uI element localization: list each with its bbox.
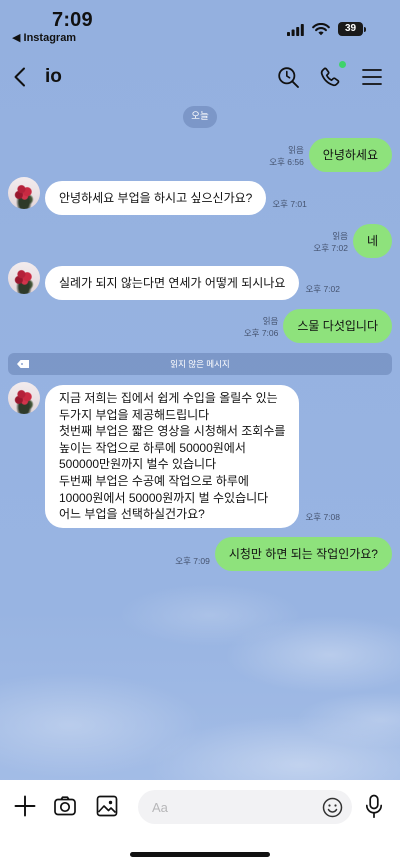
unread-divider: 읽지 않은 메시지 bbox=[8, 353, 392, 375]
message-text-line: 10000원에서 50000원까지 벌 수있습니다 bbox=[59, 490, 269, 505]
contact-avatar[interactable] bbox=[8, 177, 40, 209]
message-row: 지금 저희는 집에서 쉽게 수입을 올릴수 있는 두가지 부업을 제공해드립니다… bbox=[8, 382, 340, 528]
message-text: 시청만 하면 되는 작업인가요? bbox=[228, 547, 378, 561]
incoming-bubble[interactable]: 실례가 되지 않는다면 연세가 어떻게 되시나요 bbox=[45, 266, 300, 300]
message-time: 오후 7:02 bbox=[313, 243, 348, 253]
message-meta: 읽음 오후 6:56 bbox=[269, 144, 304, 168]
message-row: 읽음 오후 7:06 스물 다섯입니다 bbox=[244, 309, 392, 343]
outgoing-bubble[interactable]: 네 bbox=[352, 224, 392, 258]
emoji-icon[interactable] bbox=[322, 797, 343, 818]
message-meta: 오후 7:09 bbox=[175, 555, 210, 567]
wifi-icon bbox=[312, 23, 330, 36]
contact-avatar[interactable] bbox=[8, 262, 40, 294]
message-text-line: 두가지 부업을 제공해드립니다 bbox=[59, 407, 210, 422]
message-row: 읽음 오후 6:56 안녕하세요 bbox=[269, 138, 392, 172]
incoming-bubble[interactable]: 지금 저희는 집에서 쉽게 수입을 올릴수 있는 두가지 부업을 제공해드립니다… bbox=[45, 385, 300, 528]
message-text-line: 지금 저희는 집에서 쉽게 수입을 올릴수 있는 bbox=[59, 391, 278, 405]
tag-icon bbox=[17, 360, 29, 368]
message-text: 스물 다섯입니다 bbox=[297, 319, 378, 333]
message-time: 오후 7:06 bbox=[243, 328, 279, 338]
message-row: 오후 7:09 시청만 하면 되는 작업인가요? bbox=[175, 537, 392, 571]
message-meta: 읽음 오후 7:06 bbox=[244, 315, 279, 339]
chat-screen: 7:09 ◀ Instagram 39 io 오늘 읽음 오후 6:56 안녕하… bbox=[0, 0, 400, 867]
status-time: 7:09 bbox=[52, 9, 93, 31]
cellular-signal-icon bbox=[287, 24, 304, 36]
camera-icon[interactable] bbox=[53, 795, 77, 817]
message-meta: 오후 7:02 bbox=[305, 283, 340, 295]
message-text-line: 두번째 부업은 수공예 작업으로 하루에 bbox=[59, 473, 249, 488]
message-row: 안녕하세요 부업을 하시고 싶으신가요? 오후 7:01 bbox=[8, 177, 307, 215]
mic-icon[interactable] bbox=[364, 794, 384, 819]
chat-title: io bbox=[45, 66, 62, 87]
home-indicator[interactable] bbox=[130, 852, 270, 857]
message-text: 안녕하세요 부업을 하시고 싶으신가요? bbox=[59, 191, 253, 205]
back-to-app-link[interactable]: ◀ Instagram bbox=[12, 31, 76, 44]
message-text: 네 bbox=[366, 234, 378, 248]
message-meta: 오후 7:08 bbox=[305, 511, 340, 523]
online-indicator bbox=[339, 61, 346, 68]
message-time: 오후 6:56 bbox=[269, 157, 304, 167]
message-time: 오후 7:02 bbox=[305, 284, 340, 294]
message-input-field[interactable] bbox=[138, 790, 352, 824]
message-time: 오후 7:01 bbox=[272, 199, 307, 209]
read-receipt: 읽음 bbox=[332, 231, 348, 241]
plus-icon[interactable] bbox=[14, 795, 36, 817]
battery-nub bbox=[364, 27, 366, 32]
outgoing-bubble[interactable]: 시청만 하면 되는 작업인가요? bbox=[214, 537, 392, 571]
message-meta: 오후 7:01 bbox=[272, 198, 307, 210]
battery-indicator: 39 bbox=[338, 22, 363, 36]
chevron-left-icon[interactable] bbox=[12, 66, 28, 88]
read-receipt: 읽음 bbox=[262, 316, 279, 326]
message-time: 오후 7:08 bbox=[305, 511, 340, 522]
message-text-line: 높이는 작업으로 하루에 50000원에서 bbox=[59, 440, 246, 455]
outgoing-bubble[interactable]: 스물 다섯입니다 bbox=[283, 309, 392, 343]
contact-avatar[interactable] bbox=[8, 382, 40, 414]
incoming-bubble[interactable]: 안녕하세요 부업을 하시고 싶으신가요? bbox=[45, 181, 267, 215]
message-text-line: 첫번째 부업은 짧은 영상을 시청해서 조회수를 bbox=[59, 424, 286, 439]
message-input[interactable] bbox=[152, 790, 312, 824]
message-text: 실례가 되지 않는다면 연세가 어떻게 되시나요 bbox=[59, 276, 286, 290]
tag-icon-hole bbox=[21, 363, 23, 365]
message-row: 읽음 오후 7:02 네 bbox=[313, 224, 392, 258]
search-icon[interactable] bbox=[277, 66, 300, 89]
date-separator: 오늘 bbox=[183, 106, 217, 128]
image-icon[interactable] bbox=[96, 795, 118, 817]
message-text: 안녕하세요 bbox=[322, 148, 378, 162]
read-receipt: 읽음 bbox=[288, 145, 304, 155]
unread-divider-label: 읽지 않은 메시지 bbox=[170, 359, 230, 369]
menu-icon[interactable] bbox=[362, 67, 382, 87]
phone-icon[interactable] bbox=[318, 66, 341, 89]
message-text-line: 500000만원까지 벌수 있습니다 bbox=[59, 457, 217, 472]
outgoing-bubble[interactable]: 안녕하세요 bbox=[308, 138, 392, 172]
message-row: 실례가 되지 않는다면 연세가 어떻게 되시나요 오후 7:02 bbox=[8, 262, 340, 300]
message-time: 오후 7:09 bbox=[175, 556, 210, 566]
message-meta: 읽음 오후 7:02 bbox=[313, 230, 348, 254]
message-text-line: 어느 부업을 선택하실건가요? bbox=[59, 507, 205, 522]
